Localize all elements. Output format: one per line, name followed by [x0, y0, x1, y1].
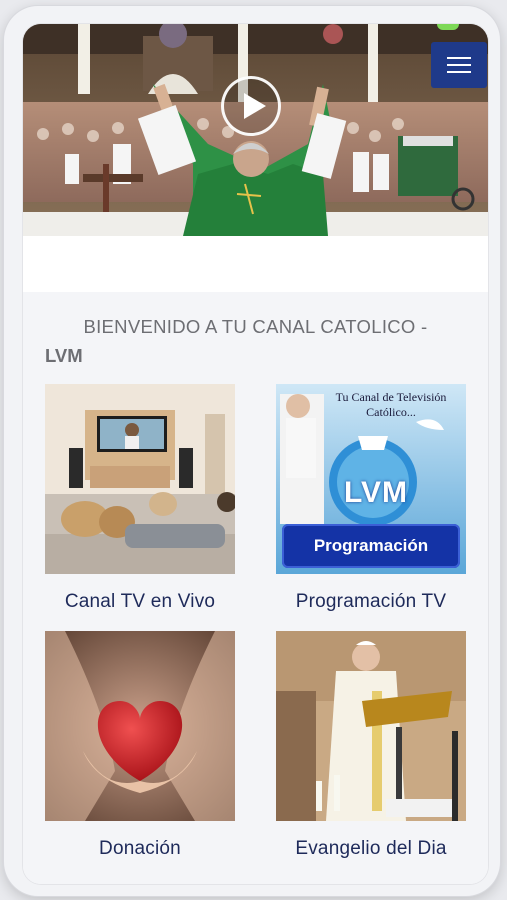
play-triangle	[244, 93, 266, 119]
menu-bar	[447, 71, 471, 73]
hamburger-menu-icon[interactable]	[431, 42, 487, 88]
status-indicator	[437, 24, 459, 30]
spacer-band	[23, 236, 488, 292]
card-label: Evangelio del Dia	[295, 838, 447, 859]
channel-name: LVM	[45, 345, 83, 366]
programming-image: Tu Canal de Televisión Católico... LVM P…	[276, 384, 466, 574]
donation-image	[45, 631, 235, 821]
app-screen: BIENVENIDO A TU CANAL CATOLICO - LVM Can…	[23, 24, 488, 884]
device-frame: BIENVENIDO A TU CANAL CATOLICO - LVM Can…	[4, 6, 500, 896]
lvm-logo: LVM	[343, 476, 409, 509]
welcome-heading: BIENVENIDO A TU CANAL CATOLICO -	[83, 316, 428, 337]
card-label: Donación	[99, 838, 181, 859]
programming-tagline: Tu Canal de Televisión Católico...	[335, 390, 447, 419]
main-content: BIENVENIDO A TU CANAL CATOLICO - LVM Can…	[23, 292, 488, 884]
card-label: Programación TV	[295, 591, 447, 612]
menu-bar	[447, 64, 471, 66]
play-icon[interactable]	[221, 76, 281, 136]
gospel-image	[276, 631, 466, 821]
live-tv-image	[45, 384, 235, 574]
hero-video[interactable]	[23, 24, 488, 236]
menu-bar	[447, 57, 471, 59]
card-label: Canal TV en Vivo	[64, 591, 216, 612]
programming-banner: Programación	[282, 524, 460, 568]
